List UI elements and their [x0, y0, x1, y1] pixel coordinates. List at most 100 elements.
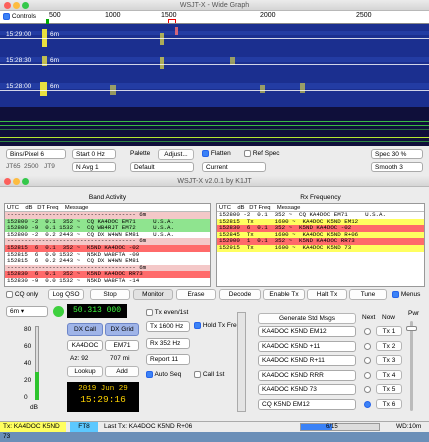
- decode-row[interactable]: 152830 6 0.1 352 ~ K5ND KA4DOC -02: [217, 225, 424, 232]
- menus-checkbox[interactable]: [392, 291, 399, 298]
- adjust-button[interactable]: Adjust...: [158, 149, 194, 160]
- close-icon[interactable]: [4, 2, 11, 9]
- band-activity-list[interactable]: UTC dB DT Freq Message -----------------…: [4, 203, 211, 287]
- rx-frequency-marker: [46, 19, 49, 24]
- decode-row[interactable]: 152800 -2 0.1 352 ~ CQ KA4DOC EM71 U.S.A…: [217, 212, 424, 219]
- auto-seq-checkbox[interactable]: [146, 371, 153, 378]
- zoom-icon[interactable]: [22, 178, 29, 185]
- decode-row[interactable]: 152815 6 0.2 2443 ~ CQ DX W4WN EM81: [5, 258, 210, 265]
- tx-now-button[interactable]: Tx 6: [376, 398, 402, 409]
- decode-row[interactable]: 152845 Tx 1600 ~ KA4DOC K5ND R+06: [217, 231, 424, 239]
- next-message-radio[interactable]: [364, 328, 371, 335]
- power-slider-track[interactable]: [410, 321, 413, 411]
- stop-button[interactable]: Stop: [90, 289, 130, 300]
- decode-row[interactable]: 152900 1 0.1 352 ~ K5ND KA4DOC RR73: [217, 238, 424, 245]
- decode-row[interactable]: 152815 Tx 1600 ~ KA4DOC K5ND EM12: [217, 218, 424, 226]
- hold-tx-freq-checkbox[interactable]: [194, 322, 201, 329]
- bins-per-pixel-spinner[interactable]: Bins/Pixel 6: [6, 149, 66, 159]
- zoom-icon[interactable]: [22, 2, 29, 9]
- tx-now-button[interactable]: Tx 4: [376, 369, 402, 380]
- band-select[interactable]: 6m ▾: [6, 306, 48, 317]
- tx-now-button[interactable]: Tx 2: [376, 340, 402, 351]
- next-message-radio[interactable]: [364, 357, 371, 364]
- decode-row[interactable]: 152800 -9 0.1 1532 ~ CQ WB4RJT EM72 U.S.…: [5, 225, 210, 232]
- palette-select[interactable]: Default: [130, 162, 194, 172]
- lookup-button[interactable]: Lookup: [67, 366, 103, 377]
- tx-even-checkbox[interactable]: [146, 309, 153, 316]
- generate-std-msgs-button[interactable]: Generate Std Msgs: [258, 313, 356, 324]
- rx-frequency-label: Rx Frequency: [300, 194, 341, 201]
- decode-row[interactable]: 152815 6 0.1 352 ~ K5ND KA4DOC -02: [5, 244, 210, 252]
- spec-spinner[interactable]: Spec 30 %: [371, 149, 423, 159]
- report-spinner[interactable]: Report 11: [146, 354, 190, 365]
- waterfall-area: [0, 24, 429, 107]
- db-scale-label: 60: [24, 343, 32, 350]
- tx-now-button[interactable]: Tx 3: [376, 355, 402, 365]
- azimuth-value: Az: 92: [70, 355, 89, 362]
- frequency-display: 50.313 000: [67, 304, 127, 318]
- close-icon[interactable]: [4, 178, 11, 185]
- wsjtx-main-window: WSJT-X v2.0.1 by K1JT Band Activity Rx F…: [0, 176, 429, 440]
- scale-label: 2500: [356, 12, 372, 19]
- signal-trace: [175, 27, 178, 35]
- tune-button[interactable]: Tune: [349, 289, 387, 300]
- dx-grid-button[interactable]: DX Grid: [105, 323, 139, 336]
- tx-frequency-marker: [168, 19, 176, 23]
- halt-tx-button[interactable]: Halt Tx: [307, 289, 347, 300]
- log-qso-button[interactable]: Log QSO: [48, 289, 84, 300]
- spectrum-type-select[interactable]: Current: [202, 162, 266, 172]
- start-frequency-spinner[interactable]: Start 0 Hz: [72, 149, 116, 159]
- decode-row[interactable]: ------------------------------------- 6m: [5, 238, 210, 245]
- minimize-icon[interactable]: [13, 2, 20, 9]
- next-message-radio[interactable]: [364, 400, 371, 408]
- decode-button[interactable]: Decode: [219, 289, 261, 300]
- decode-row[interactable]: 152815 6 0.0 1532 ~ N5KD WA8FTA -09: [5, 252, 210, 259]
- clock-time: 15:29:16: [80, 394, 126, 405]
- band-activity-header: UTC dB DT Freq Message: [5, 204, 210, 212]
- dx-call-input[interactable]: KA4DOC: [67, 340, 103, 351]
- decode-row[interactable]: ------------------------------------- 6m: [5, 264, 210, 272]
- tx-message-field[interactable]: KA4DOC K5ND RRR: [258, 369, 356, 381]
- smooth-spinner[interactable]: Smooth 3: [371, 162, 423, 172]
- minimize-icon[interactable]: [13, 178, 20, 185]
- call-1st-checkbox[interactable]: [194, 371, 201, 378]
- add-button[interactable]: Add: [105, 366, 139, 377]
- signal-trace: [160, 57, 164, 69]
- cq-only-checkbox[interactable]: [6, 291, 13, 298]
- call-1st-label: Call 1st: [202, 371, 225, 379]
- decode-row[interactable]: 152830 -9 0.0 1532 ~ N5KD WA8FTA -14: [5, 278, 210, 285]
- monitor-button[interactable]: Monitor: [133, 289, 173, 300]
- waterfall-display[interactable]: 15:29:00 6m 15:28:30 6m 15:28:00 6m: [0, 11, 429, 146]
- scale-label: 1000: [105, 12, 121, 19]
- tx-message-field[interactable]: CQ K5ND EM12: [258, 398, 356, 410]
- decode-row[interactable]: 152915 Tx 1600 ~ KA4DOC K5ND 73: [217, 244, 424, 252]
- tx-frequency-spinner[interactable]: Tx 1600 Hz: [146, 321, 190, 332]
- rx-frequency-list[interactable]: UTC dB DT Freq Message 152800 -2 0.1 352…: [216, 203, 425, 287]
- decode-row[interactable]: 152800 -2 0.2 2443 ~ CQ DX W4WN EM81 U.S…: [5, 232, 210, 239]
- decode-row[interactable]: 152800 -2 0.1 352 ~ CQ KA4DOC EM71 U.S.A…: [5, 218, 210, 226]
- controls-checkbox[interactable]: [3, 13, 10, 20]
- tx-message-field[interactable]: KA4DOC K5ND EM12: [258, 326, 356, 337]
- tx-message-field[interactable]: KA4DOC K5ND R+11: [258, 355, 356, 366]
- waterfall-timestamp: 15:29:00: [6, 31, 32, 38]
- decode-row[interactable]: ------------------------------------- 6m: [5, 212, 210, 219]
- dx-call-button[interactable]: DX Call: [67, 323, 103, 336]
- erase-button[interactable]: Erase: [176, 289, 216, 300]
- tx-now-button[interactable]: Tx 5: [376, 384, 402, 394]
- tx-now-button[interactable]: Tx 1: [376, 326, 402, 336]
- dx-grid-input[interactable]: EM71: [105, 340, 139, 351]
- enable-tx-button[interactable]: Enable Tx: [263, 289, 305, 300]
- tx-message-field[interactable]: KA4DOC K5ND 73: [258, 384, 356, 395]
- next-message-radio[interactable]: [364, 342, 371, 350]
- tx-message-field[interactable]: KA4DOC K5ND +11: [258, 340, 356, 352]
- n-avg-spinner[interactable]: N Avg 1: [72, 162, 116, 172]
- next-message-radio[interactable]: [364, 386, 371, 393]
- tab-strip[interactable]: [237, 312, 246, 412]
- rx-frequency-spinner[interactable]: Rx 352 Hz: [146, 338, 190, 349]
- ref-spec-checkbox[interactable]: [244, 150, 251, 157]
- wide-graph-titlebar: WSJT-X - Wide Graph: [0, 0, 429, 11]
- next-message-radio[interactable]: [364, 371, 371, 379]
- power-slider-handle[interactable]: [406, 326, 417, 331]
- decode-row[interactable]: 152830 6 0.1 352 ~ K5ND KA4DOC RR73: [5, 271, 210, 278]
- flatten-checkbox[interactable]: [202, 150, 209, 157]
